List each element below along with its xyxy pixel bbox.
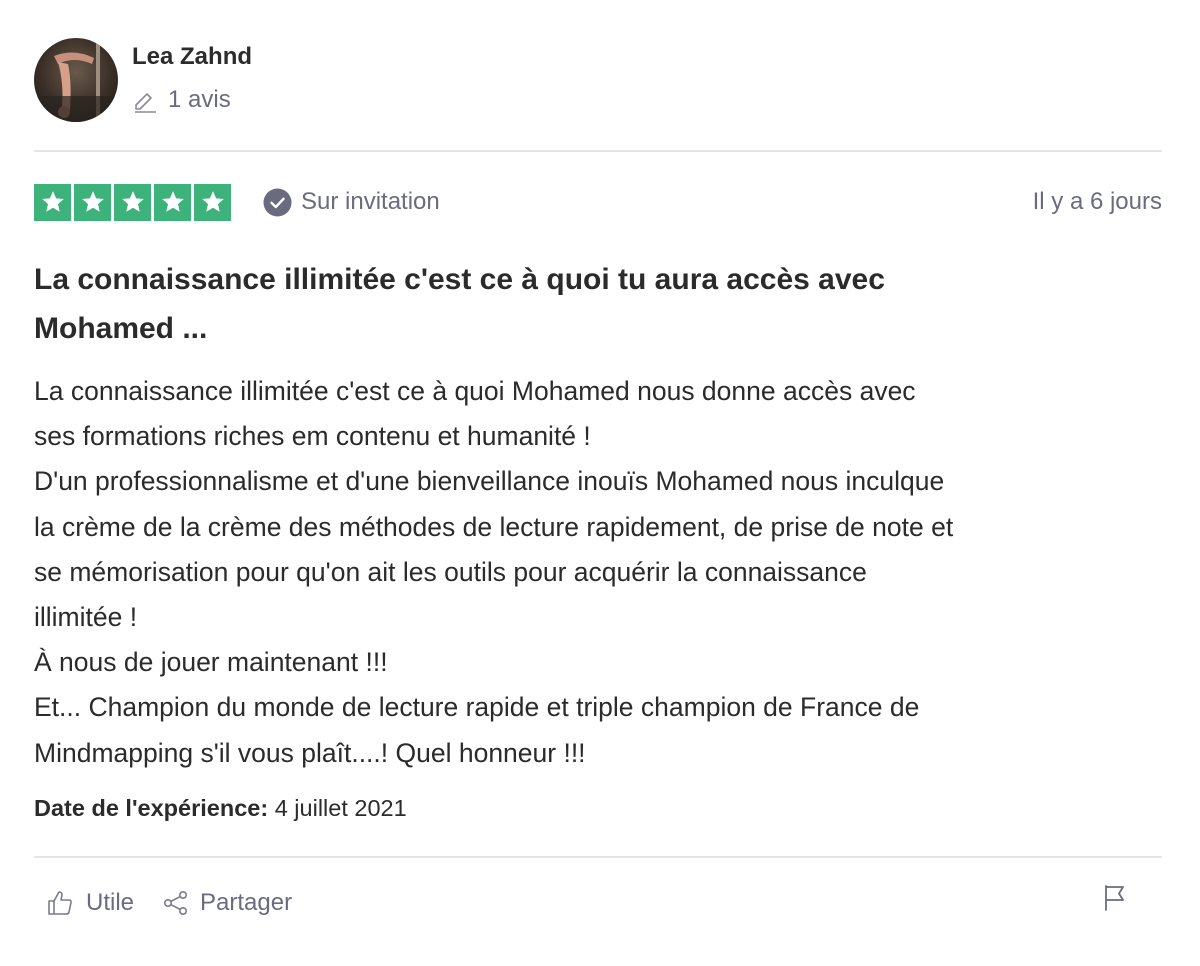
review-body-line: À nous de jouer maintenant !!! [34,647,388,678]
rating-row: Sur invitation Il y a 6 jours [34,183,1162,221]
avatar[interactable] [34,38,118,122]
useful-button[interactable]: Utile [46,889,134,917]
experience-date-value: 4 juillet 2021 [274,795,407,821]
avatar-image [34,38,118,122]
share-label: Partager [200,889,293,916]
check-circle-icon [263,188,292,217]
share-button[interactable]: Partager [162,889,292,917]
reviewer-header: Lea Zahnd 1 avis [34,38,252,122]
star-rating [34,183,231,221]
experience-date-label: Date de l'expérience: [34,795,269,821]
verified-badge[interactable]: Sur invitation [263,188,440,217]
star-icon [34,183,71,221]
star-icon [194,183,231,221]
divider [34,856,1162,858]
review-actions: Utile Partager [46,889,292,917]
reviewer-name[interactable]: Lea Zahnd [132,42,252,72]
review-title: La connaissance illimitée c'est ce à quo… [34,255,1162,353]
thumbs-up-icon [46,889,74,917]
review-title-line: Mohamed ... [34,312,208,345]
review-body-line: ses formations riches em contenu et huma… [34,421,591,452]
review-count-label: 1 avis [168,86,231,113]
experience-date: Date de l'expérience: 4 juillet 2021 [34,793,407,823]
review-title-line: La connaissance illimitée c'est ce à quo… [34,263,885,296]
star-icon [154,183,191,221]
flag-icon[interactable] [1102,884,1128,912]
useful-label: Utile [86,889,135,916]
review-body-line: D'un professionnalisme et d'une bienveil… [34,466,945,497]
review-date: Il y a 6 jours [1032,188,1162,215]
review-body-line: Et... Champion du monde de lecture rapid… [34,692,920,723]
review-card: Lea Zahnd 1 avis Sur invitation Il y a 6… [34,0,1162,966]
star-icon [114,183,151,221]
review-body-line: se mémorisation pour qu'on ait les outil… [34,556,867,587]
review-body-line: La connaissance illimitée c'est ce à quo… [34,376,916,406]
review-body-line: illimitée ! [34,602,138,633]
divider [34,150,1162,152]
verified-label: Sur invitation [301,188,440,215]
reviewer-info: Lea Zahnd 1 avis [132,38,252,114]
share-icon [162,889,190,917]
review-body-line: Mindmapping s'il vous plaît....! Quel ho… [34,737,586,768]
pen-icon [132,87,158,113]
review-body-line: la crème de la crème des méthodes de lec… [34,511,954,542]
star-icon [74,183,111,221]
review-body: La connaissance illimitée c'est ce à quo… [34,369,1162,776]
review-count: 1 avis [132,86,252,114]
